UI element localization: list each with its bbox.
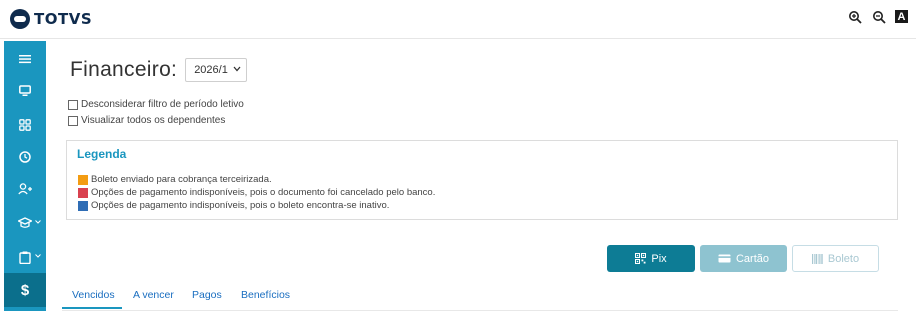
legend-panel: Legenda Boleto enviado para cobrança ter… — [66, 140, 898, 220]
show-all-dependents-checkbox[interactable] — [68, 115, 78, 126]
page-title: Financeiro: — [70, 58, 178, 81]
credit-card-icon — [718, 254, 731, 263]
legend-item-outsourced: Boleto enviado para cobrança terceirizad… — [78, 174, 272, 185]
legend-swatch-orange — [78, 174, 88, 185]
contrast-icon[interactable]: A — [895, 10, 908, 23]
dollar-icon: $ — [20, 281, 30, 299]
card-button[interactable]: Cartão — [700, 245, 787, 272]
show-all-dependents-label: Visualizar todos os dependentes — [81, 115, 226, 126]
zoom-out-icon[interactable] — [871, 9, 886, 24]
sidebar-item-documents[interactable] — [4, 241, 46, 273]
legend-swatch-red — [78, 187, 88, 198]
accessibility-tools: A — [847, 9, 908, 24]
pix-button[interactable]: Pix — [607, 245, 695, 272]
period-select-value: 2026/1 — [194, 64, 228, 76]
boleto-button-label: Boleto — [827, 252, 860, 265]
tab-vencidos[interactable]: Vencidos — [72, 289, 115, 301]
financial-tabs: Vencidos A vencer Pagos Benefícios — [62, 284, 898, 311]
period-select[interactable]: 2026/1 — [185, 58, 248, 82]
legend-item-text: Opções de pagamento indisponíveis, pois … — [91, 200, 390, 211]
ignore-period-filter-option: Desconsiderar filtro de período letivo — [68, 99, 244, 110]
show-all-dependents-option: Visualizar todos os dependentes — [68, 115, 225, 126]
graduation-cap-icon — [18, 217, 32, 228]
legend-item-inactive: Opções de pagamento indisponíveis, pois … — [78, 200, 389, 211]
qr-code-icon — [635, 253, 647, 264]
sidebar: $ — [4, 41, 46, 311]
ignore-period-filter-checkbox[interactable] — [68, 99, 78, 110]
ignore-period-filter-label: Desconsiderar filtro de período letivo — [81, 99, 244, 110]
tab-beneficios[interactable]: Benefícios — [241, 289, 290, 301]
chevron-down-icon — [35, 220, 41, 224]
pix-button-label: Pix — [651, 252, 667, 265]
clock-icon — [19, 151, 31, 163]
logo-text: TOTVS — [34, 10, 93, 28]
monitor-icon — [19, 85, 31, 96]
add-user-icon — [18, 183, 32, 195]
tab-a-vencer[interactable]: A vencer — [133, 289, 174, 301]
sidebar-item-academic[interactable] — [4, 207, 46, 239]
sidebar-item-menu[interactable] — [4, 43, 46, 75]
sidebar-item-financial[interactable]: $ — [4, 273, 46, 307]
sidebar-item-portal[interactable] — [4, 75, 46, 107]
zoom-in-icon[interactable] — [847, 9, 862, 24]
chevron-down-icon — [233, 66, 241, 72]
tab-pagos[interactable]: Pagos — [192, 289, 222, 301]
legend-item-text: Opções de pagamento indisponíveis, pois … — [91, 187, 436, 198]
sidebar-item-users[interactable] — [4, 173, 46, 205]
dashboard-icon — [19, 119, 31, 131]
legend-item-cancelled: Opções de pagamento indisponíveis, pois … — [78, 187, 435, 198]
legend-item-text: Boleto enviado para cobrança terceirizad… — [91, 174, 272, 185]
totvs-logo: TOTVS — [10, 9, 92, 29]
sidebar-item-dashboard[interactable] — [4, 109, 46, 141]
clipboard-icon — [19, 251, 31, 264]
totvs-logo-mark — [10, 9, 30, 29]
card-button-label: Cartão — [735, 252, 770, 265]
sidebar-item-history[interactable] — [4, 141, 46, 173]
legend-swatch-blue — [78, 200, 88, 211]
boleto-button[interactable]: Boleto — [792, 245, 879, 272]
top-header: TOTVS A — [0, 0, 916, 39]
chevron-down-icon — [35, 254, 41, 258]
active-tab-indicator — [62, 307, 122, 309]
legend-title: Legenda — [77, 147, 127, 161]
title-row: Financeiro: 2026/1 — [70, 58, 248, 82]
menu-icon — [19, 55, 31, 64]
barcode-icon — [811, 253, 823, 264]
